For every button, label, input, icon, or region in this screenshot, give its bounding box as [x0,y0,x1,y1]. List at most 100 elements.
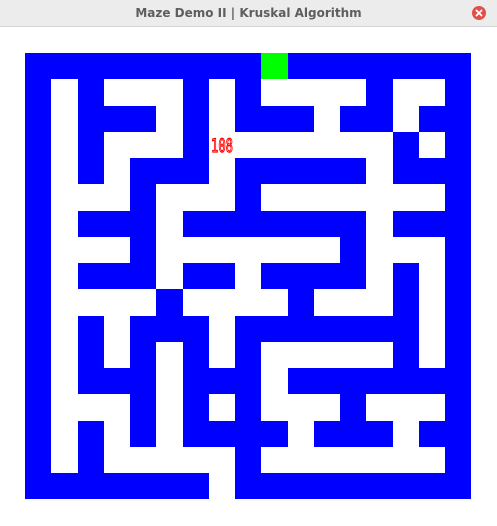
maze-wall-cell [130,263,156,289]
maze-wall-cell [314,263,340,289]
maze-wall-cell [445,421,471,447]
maze-wall-cell [183,158,209,184]
maze-wall-cell [366,53,393,79]
maze-wall-cell [445,53,471,79]
maze-wall-cell [261,211,288,237]
maze-wall-cell [261,421,288,447]
maze-wall-cell [445,237,471,263]
maze-wall-cell [340,106,366,132]
maze-wall-cell [419,421,445,447]
window-titlebar: Maze Demo II | Kruskal Algorithm [0,0,497,27]
maze-wall-cell [104,53,130,79]
maze-wall-cell [235,394,261,421]
maze-wall-cell [445,106,471,132]
maze-wall-cell [288,106,314,132]
maze-wall-cell [209,53,235,79]
maze-wall-cell [25,158,51,184]
maze-wall-cell [25,368,51,394]
maze-wall-cell [25,237,51,263]
maze-wall-cell [183,342,209,368]
maze-wall-cell [25,289,51,316]
maze-wall-cell [235,316,261,342]
maze-wall-cell [419,53,445,79]
maze-wall-cell [366,106,393,132]
maze-wall-cell [104,211,130,237]
maze-wall-cell [419,473,445,499]
maze-wall-cell [393,132,419,158]
maze-wall-cell [130,158,156,184]
maze-wall-cell [104,473,130,499]
maze-wall-cell [25,106,51,132]
close-icon [475,9,483,17]
maze-wall-cell [445,79,471,106]
maze-wall-cell [78,211,104,237]
maze-wall-cell [130,53,156,79]
window-title: Maze Demo II | Kruskal Algorithm [135,6,362,20]
maze-wall-cell [261,106,288,132]
maze-wall-cell [288,316,314,342]
maze-wall-cell [340,421,366,447]
maze-wall-cell [156,289,183,316]
close-button[interactable] [472,6,486,20]
maze-wall-cell [25,342,51,368]
maze-wall-cell [314,316,340,342]
maze-wall-cell [25,447,51,473]
maze-wall-cell [419,368,445,394]
maze-wall-cell [130,211,156,237]
maze-wall-cell [183,394,209,421]
maze-canvas: 108 [0,27,497,526]
maze-wall-cell [445,316,471,342]
maze-wall-cell [393,158,419,184]
maze-wall-cell [25,132,51,158]
maze-start-cell [261,53,288,79]
maze-wall-cell [209,211,235,237]
maze-wall-cell [25,394,51,421]
maze-wall-cell [78,447,104,473]
maze-wall-cell [130,473,156,499]
maze-wall-cell [235,342,261,368]
maze-wall-cell [340,316,366,342]
maze-wall-cell [235,473,261,499]
maze-wall-cell [78,342,104,368]
maze-wall-cell [235,106,261,132]
maze-wall-cell [445,289,471,316]
maze-wall-cell [445,184,471,211]
maze-wall-cell [366,316,393,342]
maze-wall-cell [288,211,314,237]
maze-wall-cell [445,368,471,394]
maze-wall-cell [314,473,340,499]
maze-wall-cell [445,342,471,368]
maze-wall-cell [209,368,235,394]
maze-wall-cell [78,132,104,158]
maze-wall-cell [288,53,314,79]
maze-wall-cell [25,79,51,106]
maze-wall-cell [235,447,261,473]
maze-wall-cell [340,237,366,263]
maze-wall-cell [340,368,366,394]
maze-wall-cell [235,211,261,237]
maze-wall-cell [78,473,104,499]
maze-wall-cell [130,184,156,211]
maze-wall-cell [235,421,261,447]
maze-wall-cell [445,211,471,237]
maze-wall-cell [288,263,314,289]
maze-wall-cell [393,368,419,394]
maze-wall-cell [445,447,471,473]
maze-wall-cell [78,316,104,342]
maze-wall-cell [235,158,261,184]
maze-wall-cell [209,263,235,289]
maze-wall-cell [183,368,209,394]
maze-wall-cell [25,53,51,79]
maze-wall-cell [51,53,78,79]
maze-wall-cell [445,394,471,421]
maze-wall-cell [104,263,130,289]
maze-wall-cell [25,211,51,237]
maze-wall-cell [235,79,261,106]
maze-wall-cell [78,421,104,447]
maze-wall-cell [445,263,471,289]
maze-wall-cell [78,53,104,79]
maze-wall-cell [25,316,51,342]
maze-wall-cell [235,184,261,211]
maze-wall-cell [156,316,183,342]
maze-wall-cell [340,158,366,184]
